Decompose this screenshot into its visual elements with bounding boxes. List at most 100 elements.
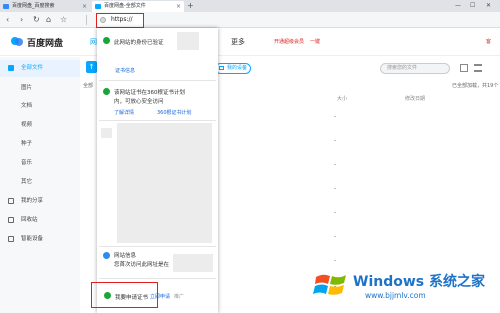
sidebar-item-smart-devices[interactable]: 智能设备 bbox=[0, 231, 80, 248]
sidebar-item-torrents[interactable]: 种子 bbox=[0, 136, 80, 153]
size-cell: - bbox=[334, 161, 337, 168]
toolbar-divider bbox=[86, 15, 87, 25]
grid-view-icon[interactable] bbox=[460, 64, 468, 72]
windows-logo-icon bbox=[313, 274, 346, 295]
bookmark-star-icon[interactable]: ☆ bbox=[60, 14, 67, 26]
sidebar-item-label: 文档 bbox=[21, 103, 33, 109]
site-info-title: 网站信息 bbox=[114, 253, 137, 259]
refresh-button[interactable]: ↻ bbox=[33, 14, 40, 26]
pan-favicon-icon bbox=[95, 4, 101, 9]
site-security-popup: 此网站的身份已验证 证书信息 该网站证书在360根证书计划内，可放心安全访问 了… bbox=[97, 28, 218, 313]
site-security-icon[interactable] bbox=[100, 17, 106, 23]
watermark-url: www.bjjmlv.com bbox=[365, 291, 426, 300]
my-devices-label: 我的设备 bbox=[227, 65, 248, 71]
blurred-area bbox=[101, 128, 112, 138]
cert-plan-text: 该网站证书在360根证书计划内，可放心安全访问 bbox=[114, 90, 185, 105]
size-cell: - bbox=[334, 113, 337, 120]
address-text: https:// bbox=[111, 16, 133, 23]
close-window-button[interactable]: ✕ bbox=[486, 0, 491, 12]
tab-label: 百度网盘-全部文件 bbox=[104, 3, 146, 9]
sidebar-item-videos[interactable]: 视频 bbox=[0, 117, 80, 134]
size-cell: - bbox=[334, 185, 337, 192]
sidebar-item-label: 智能设备 bbox=[21, 236, 44, 242]
size-cell: - bbox=[334, 233, 337, 240]
learn-more-link[interactable]: 了解详情 bbox=[114, 109, 134, 116]
sidebar-item-images[interactable]: 图片 bbox=[0, 80, 80, 97]
popup-divider bbox=[99, 246, 216, 247]
blurred-area bbox=[177, 32, 199, 50]
device-icon bbox=[8, 236, 14, 242]
tab-close-icon[interactable]: × bbox=[176, 1, 181, 12]
highlight-box bbox=[91, 282, 158, 308]
sidebar-item-all-files[interactable]: 全部文件 bbox=[0, 60, 80, 77]
sidebar-item-label: 全部文件 bbox=[21, 65, 44, 71]
sidebar-item-label: 视频 bbox=[21, 122, 33, 128]
cert-info-link[interactable]: 证书信息 bbox=[115, 67, 135, 74]
popup-divider bbox=[99, 278, 216, 279]
verified-check-icon bbox=[103, 37, 110, 44]
nav-more[interactable]: 更多 bbox=[231, 37, 245, 47]
root-cert-plan-link[interactable]: 360根证书计划 bbox=[157, 109, 192, 116]
watermark-title: Windows 系统之家 bbox=[353, 274, 485, 290]
sidebar-item-label: 我的分享 bbox=[21, 198, 44, 204]
my-devices-button[interactable]: 我的设备 bbox=[215, 63, 251, 74]
tab-close-icon[interactable]: × bbox=[82, 1, 87, 12]
search-placeholder: 搜索您的文件 bbox=[387, 65, 418, 71]
client-link[interactable]: 客 bbox=[486, 38, 491, 45]
sidebar-item-other[interactable]: 其它 bbox=[0, 174, 80, 191]
browser-tab-bar: 百度网盘_百度搜索 × 百度网盘-全部文件 × + — ☐ ✕ bbox=[0, 0, 500, 12]
address-bar[interactable]: https:// bbox=[96, 13, 144, 28]
apply-hint-text: 推广 bbox=[174, 294, 185, 300]
column-size[interactable]: 大小 bbox=[337, 95, 347, 102]
watermark: Windows 系统之家 www.bjjmlv.com bbox=[313, 267, 500, 313]
sidebar-item-recycle-bin[interactable]: 回收站 bbox=[0, 212, 80, 229]
tab-label: 百度网盘_百度搜索 bbox=[12, 3, 55, 9]
info-icon bbox=[103, 252, 110, 259]
size-cell: - bbox=[334, 137, 337, 144]
size-cell: - bbox=[334, 209, 337, 216]
sidebar-item-label: 音乐 bbox=[21, 160, 33, 166]
baidu-favicon-icon bbox=[3, 4, 9, 9]
popup-divider bbox=[99, 120, 216, 121]
forward-button[interactable]: › bbox=[20, 14, 23, 26]
blurred-area bbox=[173, 254, 213, 272]
baidu-pan-logo-icon bbox=[11, 37, 23, 46]
list-view-icon[interactable] bbox=[474, 64, 482, 72]
app-logo-text: 百度网盘 bbox=[27, 39, 64, 49]
sidebar: 全部文件 图片 文档 视频 种子 音乐 其它 我的分享 回收站 智能设备 bbox=[0, 57, 80, 313]
search-input[interactable]: 搜索您的文件 bbox=[380, 63, 450, 74]
sidebar-item-docs[interactable]: 文档 bbox=[0, 98, 80, 115]
back-button[interactable]: ‹ bbox=[6, 14, 9, 26]
popup-divider bbox=[99, 80, 216, 81]
folder-icon bbox=[8, 65, 14, 71]
browser-nav-bar: ‹ › ↻ ⌂ ☆ https:// bbox=[0, 12, 500, 28]
verified-text: 此网站的身份已验证 bbox=[114, 40, 164, 46]
tab-baidu-search[interactable]: 百度网盘_百度搜索 × bbox=[0, 1, 90, 12]
size-cell: - bbox=[334, 257, 337, 264]
minimize-button[interactable]: — bbox=[455, 0, 461, 12]
column-modified[interactable]: 修改日期 bbox=[405, 95, 425, 102]
app-header: 百度网盘 网 更多 开通超级会员 一键 客 bbox=[0, 28, 500, 56]
blurred-area bbox=[117, 123, 212, 243]
sidebar-item-label: 其它 bbox=[21, 179, 33, 185]
sidebar-item-music[interactable]: 音乐 bbox=[0, 155, 80, 172]
sidebar-item-label: 种子 bbox=[21, 141, 33, 147]
share-icon bbox=[8, 198, 14, 204]
tab-baidu-pan[interactable]: 百度网盘-全部文件 × bbox=[92, 1, 184, 12]
home-button[interactable]: ⌂ bbox=[46, 14, 51, 26]
sidebar-item-label: 图片 bbox=[21, 85, 33, 91]
shield-check-icon bbox=[103, 88, 110, 95]
nav-netdisk[interactable]: 网 bbox=[90, 37, 97, 47]
breadcrumb: 全部 bbox=[83, 83, 94, 89]
sidebar-item-label: 回收站 bbox=[21, 217, 38, 223]
promo-link[interactable]: 一键 bbox=[310, 38, 320, 45]
upload-button[interactable]: ↑ bbox=[86, 61, 97, 73]
vip-promo-link[interactable]: 开通超级会员 bbox=[274, 38, 304, 45]
file-count-text: 已全部加载，共19个 bbox=[452, 83, 499, 89]
maximize-button[interactable]: ☐ bbox=[470, 0, 475, 12]
new-tab-button[interactable]: + bbox=[187, 0, 194, 12]
device-icon bbox=[219, 66, 224, 70]
sidebar-item-my-shares[interactable]: 我的分享 bbox=[0, 193, 80, 210]
trash-icon bbox=[8, 217, 14, 223]
first-visit-text: 您首次访问此网址是在 bbox=[114, 262, 170, 268]
